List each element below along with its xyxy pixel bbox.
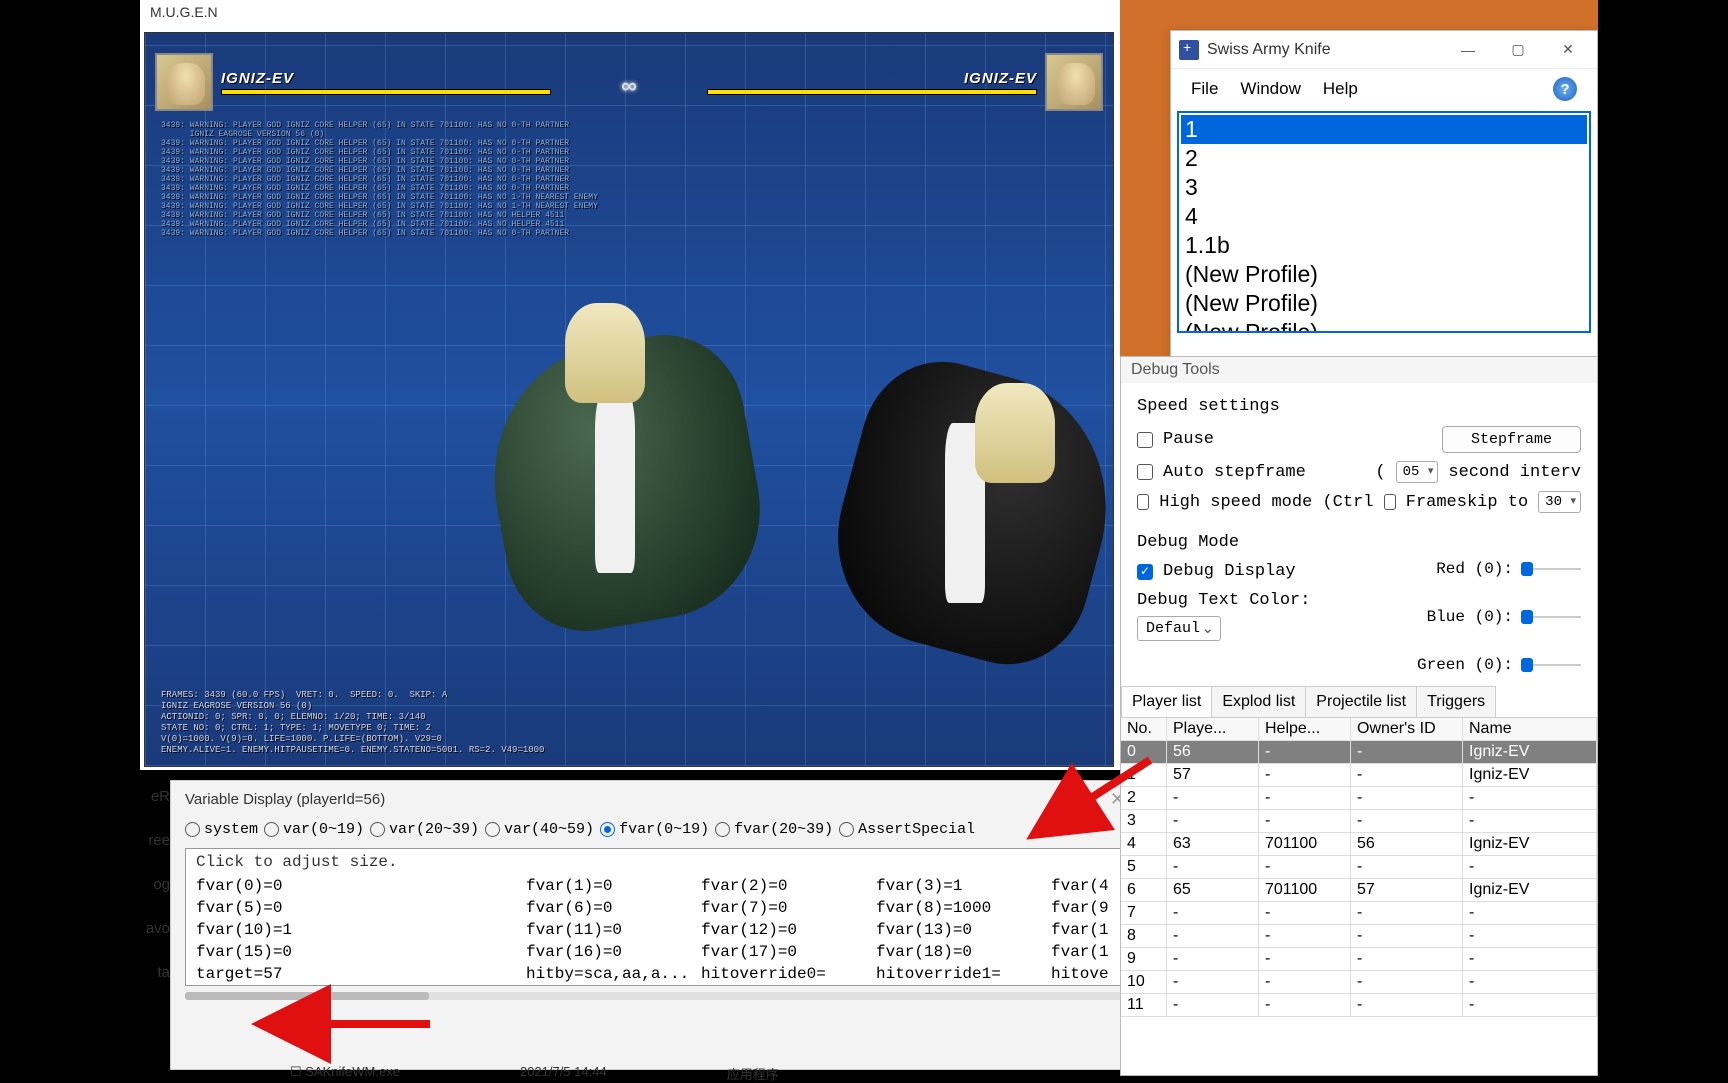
p1-healthbar: [221, 89, 551, 95]
p2-healthbar: [707, 89, 1037, 95]
speed-settings-heading: Speed settings: [1137, 397, 1581, 416]
table-row[interactable]: 056--Igniz-EV: [1121, 741, 1597, 764]
table-row[interactable]: 2----: [1121, 787, 1597, 810]
table-row[interactable]: 157--Igniz-EV: [1121, 764, 1597, 787]
menu-window[interactable]: Window: [1240, 79, 1300, 99]
var-radio-3[interactable]: var(40~59): [485, 821, 594, 838]
table-row[interactable]: 3----: [1121, 810, 1597, 833]
debug-mode-heading: Debug Mode: [1137, 533, 1581, 552]
auto-stepframe-checkbox[interactable]: [1137, 464, 1153, 480]
debug-color-label: Debug Text Color:: [1137, 585, 1401, 616]
close-button[interactable]: ✕: [1547, 35, 1589, 65]
var-row: fvar(5)=0fvar(6)=0fvar(7)=0fvar(8)=1000f…: [186, 897, 1124, 919]
explorer-row: ☐ SAKnifeWM.exe 2021/7/5 14:44 应用程序: [290, 1064, 779, 1083]
pause-label: Pause: [1163, 430, 1214, 449]
player-table: No. Playe... Helpe... Owner's ID Name 05…: [1121, 718, 1597, 1017]
table-row[interactable]: 11----: [1121, 994, 1597, 1017]
var-row: target=57hitby=sca,aa,a...hitoverride0=h…: [186, 963, 1124, 985]
auto-stepframe-label: Auto stepframe: [1163, 463, 1306, 482]
var-radio-4[interactable]: fvar(0~19): [600, 821, 709, 838]
stepframe-button[interactable]: Stepframe: [1442, 426, 1581, 453]
var-radio-6[interactable]: AssertSpecial: [839, 821, 975, 838]
player-table-header: No. Playe... Helpe... Owner's ID Name: [1121, 718, 1597, 741]
highspeed-label: High speed mode (Ctrl: [1159, 493, 1373, 512]
profile-item[interactable]: 2: [1181, 144, 1587, 173]
blue-slider[interactable]: [1521, 616, 1581, 618]
table-row[interactable]: 8----: [1121, 925, 1597, 948]
left-edge-text: eR ree og avo ta: [140, 775, 170, 995]
menu-help[interactable]: Help: [1323, 79, 1358, 99]
profile-item[interactable]: 4: [1181, 202, 1587, 231]
profile-item[interactable]: (New Profile): [1181, 289, 1587, 318]
frameskip-label: Frameskip to: [1406, 493, 1528, 512]
profile-item[interactable]: 1: [1181, 115, 1587, 144]
tab-projectile-list[interactable]: Projectile list: [1305, 686, 1417, 717]
sak-tabs: Player list Explod list Projectile list …: [1121, 686, 1597, 718]
mugen-title: M.U.G.E.N: [140, 0, 1120, 28]
var-row: fvar(15)=0fvar(16)=0fvar(17)=0fvar(18)=0…: [186, 941, 1124, 963]
table-row[interactable]: 66570110057Igniz-EV: [1121, 879, 1597, 902]
table-row[interactable]: 9----: [1121, 948, 1597, 971]
maximize-button[interactable]: ▢: [1497, 35, 1539, 65]
profile-item[interactable]: 1.1b: [1181, 231, 1587, 260]
fighter-p2: [825, 333, 1105, 693]
sak-title: Swiss Army Knife: [1207, 41, 1439, 59]
debug-display-label: Debug Display: [1163, 562, 1296, 581]
p1-avatar: [155, 53, 213, 111]
debug-tools-title: Debug Tools: [1121, 357, 1597, 383]
p2-hud: IGNIZ-EV: [707, 53, 1103, 111]
tab-explod-list[interactable]: Explod list: [1211, 686, 1306, 717]
var-radio-2[interactable]: var(20~39): [370, 821, 479, 838]
frameskip-combo[interactable]: 30: [1538, 491, 1581, 513]
var-display-title: Variable Display (playerId=56): [185, 791, 385, 808]
highspeed-checkbox[interactable]: [1137, 494, 1149, 510]
interval-combo[interactable]: 05: [1396, 461, 1439, 483]
p1-hud: IGNIZ-EV: [155, 53, 551, 111]
red-slider[interactable]: [1521, 568, 1581, 570]
table-row[interactable]: 10----: [1121, 971, 1597, 994]
sak-titlebar: Swiss Army Knife — ▢ ✕: [1171, 31, 1597, 69]
pause-checkbox[interactable]: [1137, 432, 1153, 448]
green-slider[interactable]: [1521, 664, 1581, 666]
tab-player-list[interactable]: Player list: [1121, 686, 1212, 717]
debug-display-checkbox[interactable]: [1137, 564, 1153, 580]
debug-color-select[interactable]: Defaul: [1137, 616, 1221, 641]
p1-name: IGNIZ-EV: [221, 70, 551, 87]
profile-item[interactable]: 3: [1181, 173, 1587, 202]
menu-file[interactable]: File: [1191, 79, 1218, 99]
table-row[interactable]: 46370110056Igniz-EV: [1121, 833, 1597, 856]
var-hscrollbar[interactable]: [185, 992, 1125, 1000]
help-icon[interactable]: ?: [1553, 77, 1577, 101]
game-viewport: IGNIZ-EV ∞ IGNIZ-EV 3439: WARNING: PLAYE…: [144, 32, 1114, 767]
var-radio-5[interactable]: fvar(20~39): [715, 821, 833, 838]
debug-overlay-bottom: FRAMES: 3439 (60.0 FPS) VRET: 0. SPEED: …: [161, 690, 544, 756]
var-radio-0[interactable]: system: [185, 821, 258, 838]
var-row: fvar(0)=0fvar(1)=0fvar(2)=0fvar(3)=1fvar…: [186, 875, 1124, 897]
p2-name: IGNIZ-EV: [707, 70, 1037, 87]
mugen-window: M.U.G.E.N IGNIZ-EV ∞ IGNIZ-EV 3439: WARN…: [140, 0, 1120, 770]
var-table[interactable]: Click to adjust size. fvar(0)=0fvar(1)=0…: [185, 848, 1125, 986]
minimize-button[interactable]: —: [1447, 35, 1489, 65]
sak-app-icon: [1179, 40, 1199, 60]
var-row: fvar(10)=1fvar(11)=0fvar(12)=0fvar(13)=0…: [186, 919, 1124, 941]
debug-tools-window: Debug Tools Speed settings Pause Stepfra…: [1120, 356, 1598, 1076]
p2-avatar: [1045, 53, 1103, 111]
tab-triggers[interactable]: Triggers: [1416, 686, 1496, 717]
frameskip-checkbox[interactable]: [1384, 494, 1396, 510]
fighter-p1: [475, 303, 755, 663]
round-timer: ∞: [610, 67, 648, 105]
table-row[interactable]: 7----: [1121, 902, 1597, 925]
profile-list[interactable]: 12341.1b(New Profile)(New Profile)(New P…: [1177, 111, 1591, 333]
profile-item[interactable]: (New Profile): [1181, 318, 1587, 333]
var-radio-1[interactable]: var(0~19): [264, 821, 364, 838]
variable-display-window: Variable Display (playerId=56) ✕ systemv…: [170, 780, 1140, 1070]
var-table-hint: Click to adjust size.: [186, 849, 1124, 875]
table-row[interactable]: 5----: [1121, 856, 1597, 879]
profile-item[interactable]: (New Profile): [1181, 260, 1587, 289]
debug-overlay-top: 3439: WARNING: PLAYER GOD IGNIZ CORE HEL…: [161, 121, 598, 238]
sak-menubar: File Window Help ?: [1171, 69, 1597, 109]
var-radio-group: system var(0~19) var(20~39) var(40~59) fvar(…: [171, 817, 1139, 848]
